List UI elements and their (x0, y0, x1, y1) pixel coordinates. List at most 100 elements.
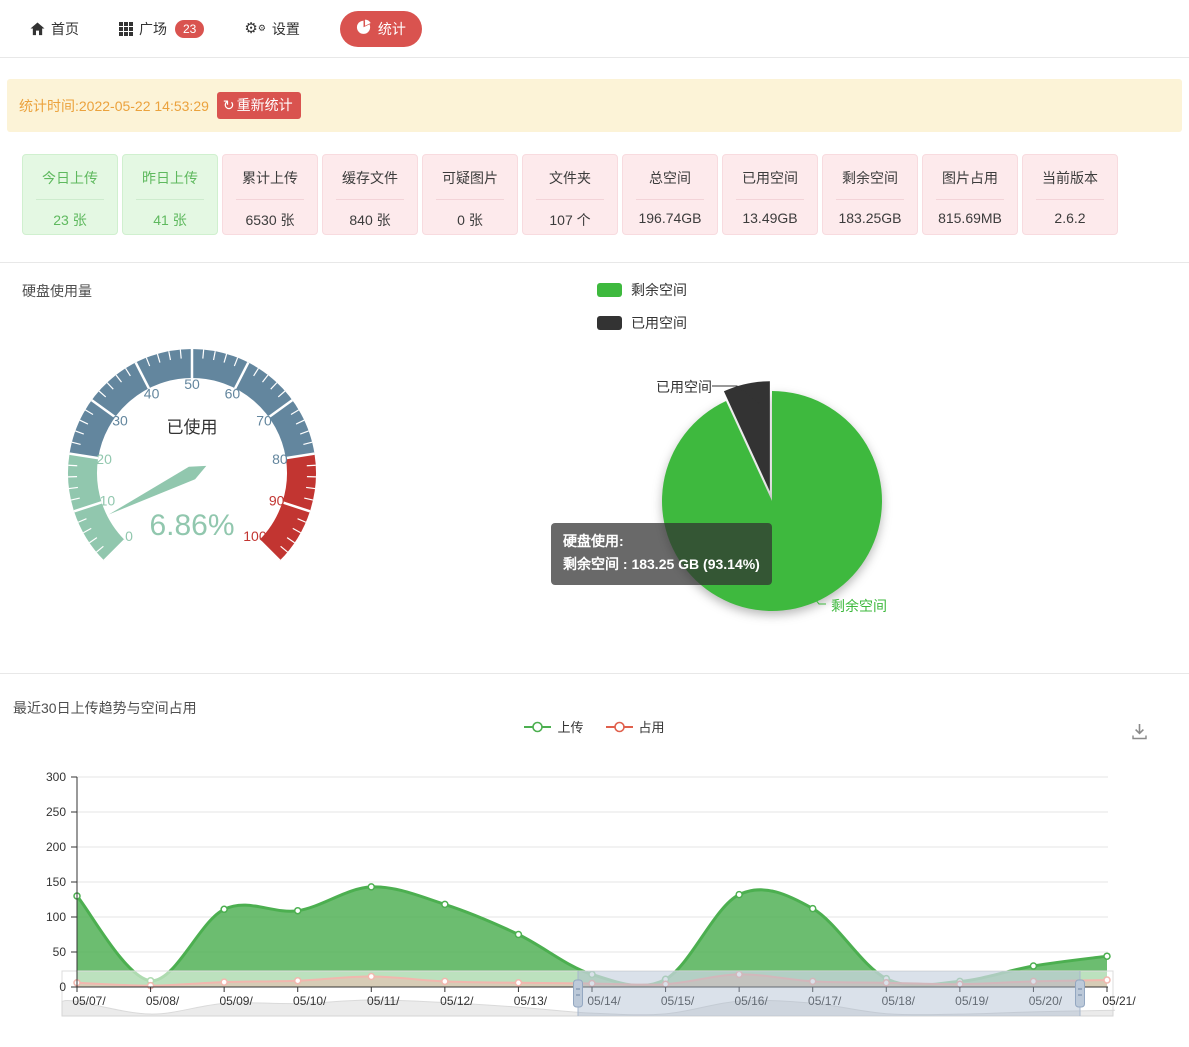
svg-text:10: 10 (100, 493, 116, 509)
divider (1036, 199, 1104, 200)
stat-time-banner: 统计时间:2022-05-22 14:53:29 ↻ 重新统计 (7, 79, 1182, 132)
svg-text:05/08/: 05/08/ (146, 994, 180, 1008)
pie-tooltip: 硬盘使用: 剩余空间 : 183.25 GB (93.14%) (551, 523, 772, 585)
legend-item-upload[interactable]: 上传 (524, 717, 583, 736)
divider (136, 199, 204, 200)
stat-card-label: 累计上传 (223, 168, 317, 188)
svg-text:0: 0 (125, 528, 133, 544)
nav-item-home[interactable]: 首页 (30, 19, 79, 39)
svg-text:40: 40 (144, 386, 160, 402)
nav-item-plaza[interactable]: 广场 23 (119, 19, 204, 39)
pie-chart-icon (356, 19, 372, 38)
stat-card-label: 总空间 (623, 168, 717, 188)
svg-text:70: 70 (256, 413, 272, 429)
pie-label-free-space: 剩余空间 (831, 596, 887, 616)
svg-text:100: 100 (46, 910, 66, 924)
divider (536, 199, 604, 200)
disk-pie-chart (540, 323, 1000, 673)
disk-gauge-chart: 0102030405060708090100已使用6.86% (55, 335, 355, 595)
svg-text:60: 60 (225, 386, 241, 402)
recalculate-button[interactable]: ↻ 重新统计 (217, 92, 301, 119)
download-icon (1130, 722, 1149, 741)
gears-icon: ⚙⚙ (244, 21, 266, 36)
stat-card-value: 196.74GB (623, 210, 717, 226)
trend-section-title: 最近30日上传趋势与空间占用 (13, 698, 197, 718)
svg-text:05/10/: 05/10/ (293, 994, 327, 1008)
divider (336, 199, 404, 200)
svg-text:30: 30 (112, 413, 128, 429)
nav-item-label: 设置 (272, 19, 300, 39)
stat-card-value: 13.49GB (723, 210, 817, 226)
nav-item-label: 首页 (51, 19, 79, 39)
stat-card-label: 已用空间 (723, 168, 817, 188)
stat-card-value: 41 张 (123, 210, 217, 230)
svg-text:50: 50 (184, 376, 200, 392)
stat-card: 缓存文件 840 张 (322, 154, 418, 235)
nav-item-statistics-active[interactable]: 统计 (340, 11, 422, 47)
stat-card-value: 23 张 (23, 210, 117, 230)
svg-text:100: 100 (243, 528, 267, 544)
stat-card-label: 今日上传 (23, 168, 117, 188)
svg-text:150: 150 (46, 875, 66, 889)
stat-card-label: 图片占用 (923, 168, 1017, 188)
stat-card-label: 可疑图片 (423, 168, 517, 188)
stat-card-label: 当前版本 (1023, 168, 1117, 188)
svg-text:6.86%: 6.86% (149, 509, 234, 542)
legend-item-occupy[interactable]: 占用 (606, 717, 665, 736)
divider (36, 199, 104, 200)
stat-card: 已用空间 13.49GB (722, 154, 818, 235)
gauge-needle (109, 466, 207, 515)
nav-item-settings[interactable]: ⚙⚙ 设置 (244, 19, 300, 39)
svg-text:05/12/: 05/12/ (440, 994, 474, 1008)
svg-text:0: 0 (59, 980, 66, 994)
tooltip-title: 硬盘使用: (563, 530, 760, 553)
tooltip-content: 剩余空间 : 183.25 GB (93.14%) (563, 553, 760, 576)
divider (936, 199, 1004, 200)
stat-card-label: 缓存文件 (323, 168, 417, 188)
save-as-image-button[interactable] (1128, 720, 1150, 742)
stat-card: 可疑图片 0 张 (422, 154, 518, 235)
svg-text:05/11/: 05/11/ (367, 994, 400, 1008)
stat-card: 累计上传 6530 张 (222, 154, 318, 235)
plaza-count-badge: 23 (175, 20, 204, 38)
svg-text:50: 50 (53, 945, 67, 959)
svg-text:05/09/: 05/09/ (219, 994, 253, 1008)
svg-text:250: 250 (46, 805, 66, 819)
stat-card: 图片占用 815.69MB (922, 154, 1018, 235)
upload-trend-section: 最近30日上传趋势与空间占用 上传 占用 (0, 673, 1189, 1047)
stat-card-value: 0 张 (423, 210, 517, 230)
svg-text:90: 90 (269, 493, 285, 509)
stat-card-label: 昨日上传 (123, 168, 217, 188)
statistics-page: 首页 广场 23 ⚙⚙ 设置 统计 (0, 0, 1189, 1047)
svg-text:05/07/: 05/07/ (72, 994, 106, 1008)
stat-cards-row: 今日上传 23 张 昨日上传 41 张 累计上传 6530 张 缓存文件 840 张 可疑图片 0… (22, 154, 1189, 235)
stat-card-label: 剩余空间 (823, 168, 917, 188)
divider (836, 199, 904, 200)
divider (436, 199, 504, 200)
top-navbar: 首页 广场 23 ⚙⚙ 设置 统计 (0, 0, 1189, 58)
pie-label-used-space: 已用空间 (656, 377, 712, 397)
svg-text:200: 200 (46, 840, 66, 854)
svg-text:20: 20 (96, 451, 112, 467)
stat-card: 剩余空间183.25GB (822, 154, 918, 235)
divider (736, 199, 804, 200)
nav-item-label: 统计 (378, 19, 406, 39)
legend-item-free-space[interactable]: 剩余空间 (597, 280, 687, 300)
refresh-icon: ↻ (223, 98, 235, 112)
disk-usage-section: 硬盘使用量 0102030405060708090100已使用6.86% 剩余空… (0, 262, 1189, 673)
datazoom-window[interactable] (578, 971, 1080, 1016)
stat-card: 昨日上传 41 张 (122, 154, 218, 235)
home-icon (30, 22, 45, 36)
stat-card: 当前版本2.6.2 (1022, 154, 1118, 235)
stat-card-value: 6530 张 (223, 210, 317, 230)
disk-section-title: 硬盘使用量 (22, 281, 92, 301)
stat-card: 今日上传 23 张 (22, 154, 118, 235)
legend-swatch-green (597, 283, 622, 297)
stat-time-text: 统计时间:2022-05-22 14:53:29 (19, 96, 209, 116)
nav-item-label: 广场 (139, 19, 167, 39)
stat-card-label: 文件夹 (523, 168, 617, 188)
stat-card: 文件夹107 个 (522, 154, 618, 235)
svg-text:300: 300 (46, 770, 66, 784)
stat-card-value: 815.69MB (923, 210, 1017, 226)
stat-card-value: 840 张 (323, 210, 417, 230)
